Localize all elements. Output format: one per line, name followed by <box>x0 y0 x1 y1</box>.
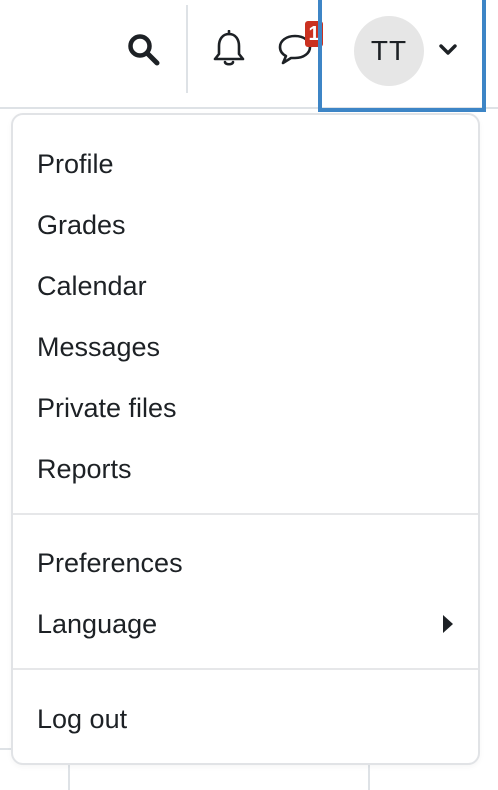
menu-item-calendar[interactable]: Calendar <box>13 258 478 314</box>
bell-icon <box>213 30 245 66</box>
avatar: TT <box>354 16 424 86</box>
menu-item-messages[interactable]: Messages <box>13 319 478 375</box>
notifications-button[interactable] <box>205 26 253 72</box>
user-menu-toggle[interactable]: TT <box>318 0 486 112</box>
chevron-down-icon <box>434 38 462 62</box>
search-icon <box>128 34 160 66</box>
caret-right-icon <box>443 615 453 633</box>
menu-item-log-out[interactable]: Log out <box>13 691 478 747</box>
menu-item-profile[interactable]: Profile <box>13 136 478 192</box>
menu-item-reports[interactable]: Reports <box>13 441 478 497</box>
menu-item-language-label: Language <box>37 608 158 639</box>
top-navbar: 1 TT <box>0 0 498 112</box>
menu-item-grades[interactable]: Grades <box>13 197 478 253</box>
menu-item-private-files[interactable]: Private files <box>13 380 478 436</box>
navbar-divider <box>186 5 188 93</box>
menu-item-language[interactable]: Language <box>13 596 478 652</box>
menu-divider <box>13 513 478 515</box>
menu-item-preferences[interactable]: Preferences <box>13 535 478 591</box>
user-dropdown-menu: Profile Grades Calendar Messages Private… <box>11 113 480 765</box>
search-button[interactable] <box>120 28 168 72</box>
menu-divider <box>13 668 478 670</box>
